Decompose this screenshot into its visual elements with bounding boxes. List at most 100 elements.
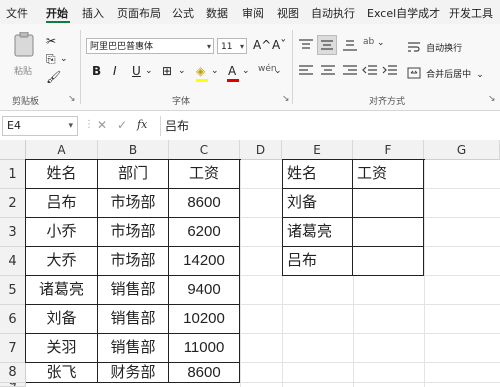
row-header-2[interactable]: 2 [0,189,26,218]
clipboard-launcher-icon[interactable]: ↘ [68,94,76,104]
cell-e1[interactable]: 姓名 [283,160,353,189]
align-right-icon[interactable] [342,64,358,78]
cell-a2[interactable]: 吕布 [26,189,98,218]
tab-file[interactable]: 文件 [6,5,28,21]
row-header-6[interactable]: 6 [0,305,26,334]
cell-b2[interactable]: 市场部 [98,189,169,218]
cell-c7[interactable]: 11000 [169,334,240,363]
orientation-icon[interactable]: ab [363,37,374,47]
tab-page-layout[interactable]: 页面布局 [117,5,161,21]
column-header-d[interactable]: D [240,140,282,160]
cell-c4[interactable]: 14200 [169,247,240,276]
font-size-select[interactable]: 11 ▾ [217,38,247,54]
cell-f4[interactable] [353,247,424,276]
shrink-font-icon[interactable]: Aˇ [272,38,286,52]
align-center-icon[interactable] [320,64,336,78]
copy-icon[interactable]: ⎘ [46,52,56,66]
tab-automate[interactable]: 自动执行 [311,5,355,21]
align-middle-button[interactable] [317,35,337,55]
row-header-8[interactable]: 8 [0,363,26,383]
cell-b8[interactable]: 财务部 [98,363,169,383]
cell-a1[interactable]: 姓名 [26,160,98,189]
select-all-corner[interactable] [0,140,26,160]
cell-f2[interactable] [353,189,424,218]
cancel-icon[interactable]: ✕ [97,118,107,132]
increase-indent-icon[interactable] [382,64,398,78]
cell-f1[interactable]: 工资 [353,160,424,189]
cell-b3[interactable]: 市场部 [98,218,169,247]
tab-view[interactable]: 视图 [277,5,299,21]
cut-icon[interactable]: ✂ [46,34,56,48]
column-header-c[interactable]: C [169,140,240,160]
row-header-5[interactable]: 5 [0,276,26,305]
grow-font-icon[interactable]: A^ [253,38,271,52]
column-header-a[interactable]: A [26,140,98,160]
cell-c8[interactable]: 8600 [169,363,240,383]
enter-icon[interactable]: ✓ [117,118,127,132]
cell-e4[interactable]: 吕布 [283,247,353,276]
align-left-icon[interactable] [298,64,314,78]
copy-dropdown-icon[interactable]: ⌄ [60,54,68,64]
font-launcher-icon[interactable]: ↘ [282,94,290,104]
tab-developer[interactable]: 开发工具 [449,5,493,21]
format-painter-icon[interactable]: 🖌 [46,70,61,84]
column-header-f[interactable]: F [353,140,424,160]
underline-dropdown-icon[interactable]: ⌄ [145,66,153,76]
cell-e3[interactable]: 诸葛亮 [283,218,353,247]
alignment-launcher-icon[interactable]: ↘ [488,94,496,104]
cell-f3[interactable] [353,218,424,247]
cell-b1[interactable]: 部门 [98,160,169,189]
column-header-e[interactable]: E [282,140,353,160]
tab-formulas[interactable]: 公式 [172,5,194,21]
tab-insert[interactable]: 插入 [82,5,104,21]
cell-c5[interactable]: 9400 [169,276,240,305]
cell-c3[interactable]: 6200 [169,218,240,247]
cell-b5[interactable]: 销售部 [98,276,169,305]
cell-a4[interactable]: 大乔 [26,247,98,276]
row-header-1[interactable]: 1 [0,160,26,189]
tab-review[interactable]: 审阅 [242,5,264,21]
font-color-icon[interactable]: A [228,64,236,78]
border-icon[interactable]: ⊞ [162,64,172,78]
tab-home[interactable]: 开始 [46,5,68,21]
cell-c2[interactable]: 8600 [169,189,240,218]
italic-button[interactable]: I [113,64,117,78]
cell-e2[interactable]: 刘备 [283,189,353,218]
phonetic-dropdown-icon[interactable]: ⌄ [274,66,282,76]
fill-dropdown-icon[interactable]: ⌄ [211,66,219,76]
font-color-dropdown-icon[interactable]: ⌄ [242,66,250,76]
row-header-4[interactable]: 4 [0,247,26,276]
column-header-g[interactable]: G [424,140,500,160]
column-header-b[interactable]: B [98,140,169,160]
cell-a3[interactable]: 小乔 [26,218,98,247]
merge-center-button[interactable]: 合并后居中 ⌄ [407,62,484,81]
underline-button[interactable]: U [132,64,141,78]
cell-b6[interactable]: 销售部 [98,305,169,334]
orientation-dropdown-icon[interactable]: ⌄ [377,38,385,48]
cell-c1[interactable]: 工资 [169,160,240,189]
cell-a5[interactable]: 诸葛亮 [26,276,98,305]
cell-a8[interactable]: 张飞 [26,363,98,383]
bold-button[interactable]: B [92,64,101,78]
cell-a7[interactable]: 关羽 [26,334,98,363]
wrap-text-button[interactable]: 自动换行 [407,36,462,55]
row-header-7[interactable]: 7 [0,334,26,363]
formula-input[interactable]: 吕布 [160,116,500,136]
cell-b4[interactable]: 市场部 [98,247,169,276]
name-box[interactable]: E4 ▾ [2,116,78,136]
tab-excel-self-study[interactable]: Excel自学成才 [367,5,440,21]
cell-c6[interactable]: 10200 [169,305,240,334]
fill-color-icon[interactable]: ◈ [196,64,205,78]
cell-b7[interactable]: 销售部 [98,334,169,363]
font-name-select[interactable]: 阿里巴巴普惠体 ▾ [86,38,214,54]
insert-function-icon[interactable]: fx [137,118,147,131]
cell-a6[interactable]: 刘备 [26,305,98,334]
tab-data[interactable]: 数据 [206,5,228,21]
merge-dropdown-icon[interactable]: ⌄ [476,70,484,80]
border-dropdown-icon[interactable]: ⌄ [178,66,186,76]
align-top-icon[interactable] [298,38,314,52]
row-header-9[interactable]: 9 [0,383,26,387]
align-bottom-icon[interactable] [342,38,358,52]
paste-button[interactable]: 粘贴 [10,32,38,82]
row-header-3[interactable]: 3 [0,218,26,247]
